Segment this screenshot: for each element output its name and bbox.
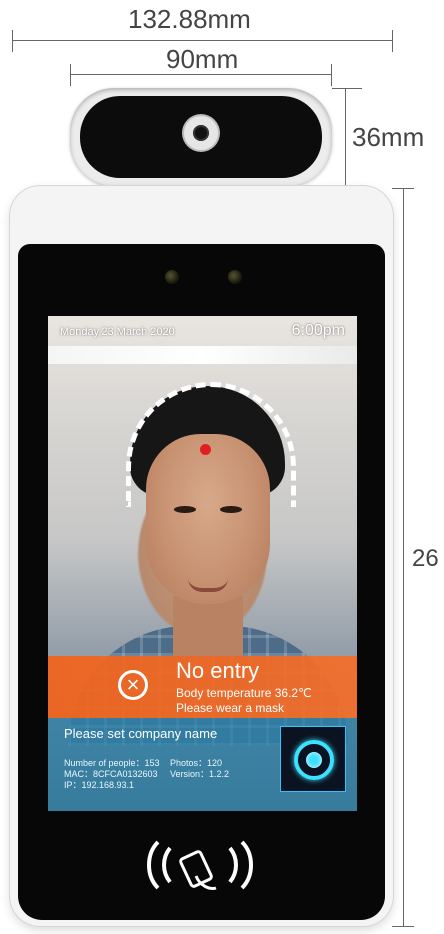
- screen: Monday,23 March 2020 6:00pm × No entry B…: [48, 316, 357, 811]
- ip-address: IP：192.168.93.1: [64, 780, 135, 790]
- dimension-tick: [70, 64, 71, 86]
- dimension-inner-width-label: 90mm: [166, 44, 239, 74]
- sensor-left: [165, 270, 179, 284]
- person-eye-left: [174, 506, 196, 513]
- camera-module: [70, 88, 332, 186]
- camera-lens-icon: [184, 116, 218, 150]
- person-eye-right: [220, 506, 242, 513]
- people-count: Number of people：153: [64, 758, 160, 768]
- dimension-tick: [392, 926, 414, 927]
- time-label: 6:00pm: [291, 322, 345, 339]
- alert-temperature-text: Body temperature 36.2℃: [176, 686, 312, 700]
- alert-title: No entry: [176, 658, 260, 683]
- dimension-tick: [331, 64, 332, 86]
- person-neck: [173, 596, 243, 656]
- dimension-tick: [392, 30, 393, 52]
- company-name: Please set company name: [64, 726, 218, 741]
- photos-count: Photos：120: [170, 758, 223, 768]
- dimension-camera-height-label: 36mm: [352, 122, 425, 152]
- alert-mask-text: Please wear a mask: [176, 701, 285, 715]
- qr-ring: [294, 740, 334, 780]
- info-panel: Please set company name Number of people…: [48, 718, 357, 811]
- temperature-target-dot: [200, 444, 211, 455]
- qr-scan-icon: [280, 726, 346, 792]
- dimension-outer-width-label: 132.88mm: [128, 4, 251, 34]
- dimension-height-line: [403, 188, 404, 926]
- mac-address: MAC：8CFCA0132603: [64, 769, 158, 779]
- x-circle-icon: ×: [118, 670, 148, 700]
- ceiling-light: [48, 346, 357, 364]
- face-scan-outline: [126, 382, 296, 507]
- camera-face: [80, 96, 322, 178]
- dimension-tick: [12, 30, 13, 52]
- version-label: Version：1.2.2: [170, 769, 230, 779]
- dimension-tick: [392, 188, 414, 189]
- alert-banner: × No entry Body temperature 36.2℃ Please…: [48, 656, 357, 718]
- dimension-height-label: 26: [412, 545, 439, 572]
- dimension-outer-width-line: [12, 40, 393, 41]
- dimension-tick: [332, 88, 362, 89]
- nfc-card-icon: [140, 830, 260, 900]
- date-label: Monday,23 March 2020: [60, 326, 175, 338]
- sensor-right: [228, 270, 242, 284]
- dimension-camera-height-line: [345, 88, 346, 186]
